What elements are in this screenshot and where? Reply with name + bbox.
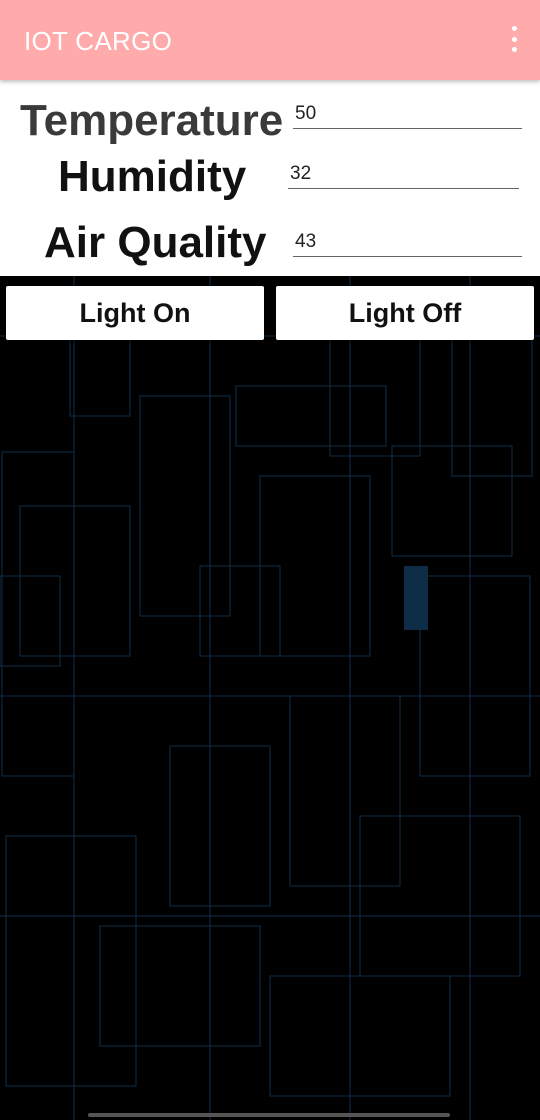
humidity-field[interactable] (288, 160, 519, 189)
temperature-label: Temperature (20, 96, 284, 145)
dot (511, 26, 517, 31)
circuit-background-image (0, 276, 540, 1120)
air-quality-label: Air Quality (44, 218, 267, 267)
app-screen: IOT CARGO Temperature Humidity Air Quali… (0, 0, 540, 1120)
temperature-field[interactable] (293, 100, 522, 129)
more-vert-icon[interactable] (506, 24, 522, 54)
humidity-label: Humidity (58, 152, 247, 201)
light-on-button[interactable]: Light On (6, 286, 264, 340)
dot (511, 36, 517, 42)
dot (511, 47, 517, 52)
air-quality-field[interactable] (293, 227, 522, 257)
app-title: IOT CARGO (24, 26, 173, 56)
app-bar: IOT CARGO (0, 0, 540, 80)
light-off-button[interactable]: Light Off (276, 286, 534, 340)
sensor-panel: Temperature Humidity Air Quality (0, 80, 540, 276)
gesture-nav-bar[interactable] (88, 1113, 450, 1117)
